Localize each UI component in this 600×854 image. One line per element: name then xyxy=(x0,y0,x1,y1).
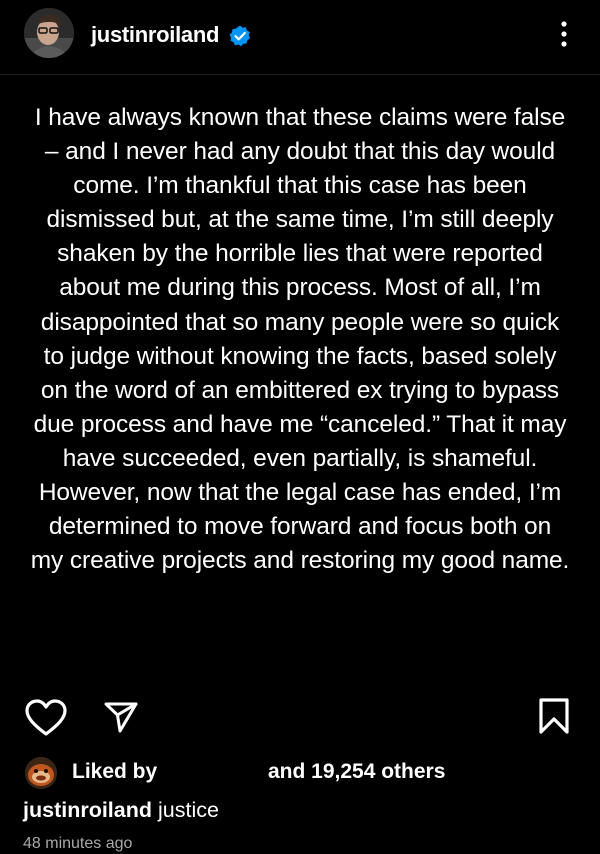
send-icon[interactable] xyxy=(102,698,140,736)
post-header: justinroiland xyxy=(0,0,600,75)
post-body-text: I have always known that these claims we… xyxy=(30,104,570,575)
likes-row: Liked by and 19,254 others xyxy=(0,754,600,790)
profile-avatar[interactable] xyxy=(24,8,74,58)
action-bar xyxy=(0,690,600,740)
timestamp: 48 minutes ago xyxy=(23,835,133,852)
liker-avatar[interactable] xyxy=(25,757,57,789)
bookmark-outline-icon[interactable] xyxy=(536,696,572,736)
likes-count[interactable]: and 19,254 others xyxy=(268,759,445,785)
verified-badge-icon xyxy=(228,24,252,48)
caption-text: justice xyxy=(157,798,219,822)
caption: justinroiland justice xyxy=(23,796,219,824)
username[interactable]: justinroiland xyxy=(91,21,219,49)
more-options-icon[interactable] xyxy=(552,16,576,52)
liked-by-label[interactable]: Liked by xyxy=(72,759,157,785)
heart-outline-icon[interactable] xyxy=(24,698,68,738)
caption-username[interactable]: justinroiland xyxy=(23,798,152,822)
